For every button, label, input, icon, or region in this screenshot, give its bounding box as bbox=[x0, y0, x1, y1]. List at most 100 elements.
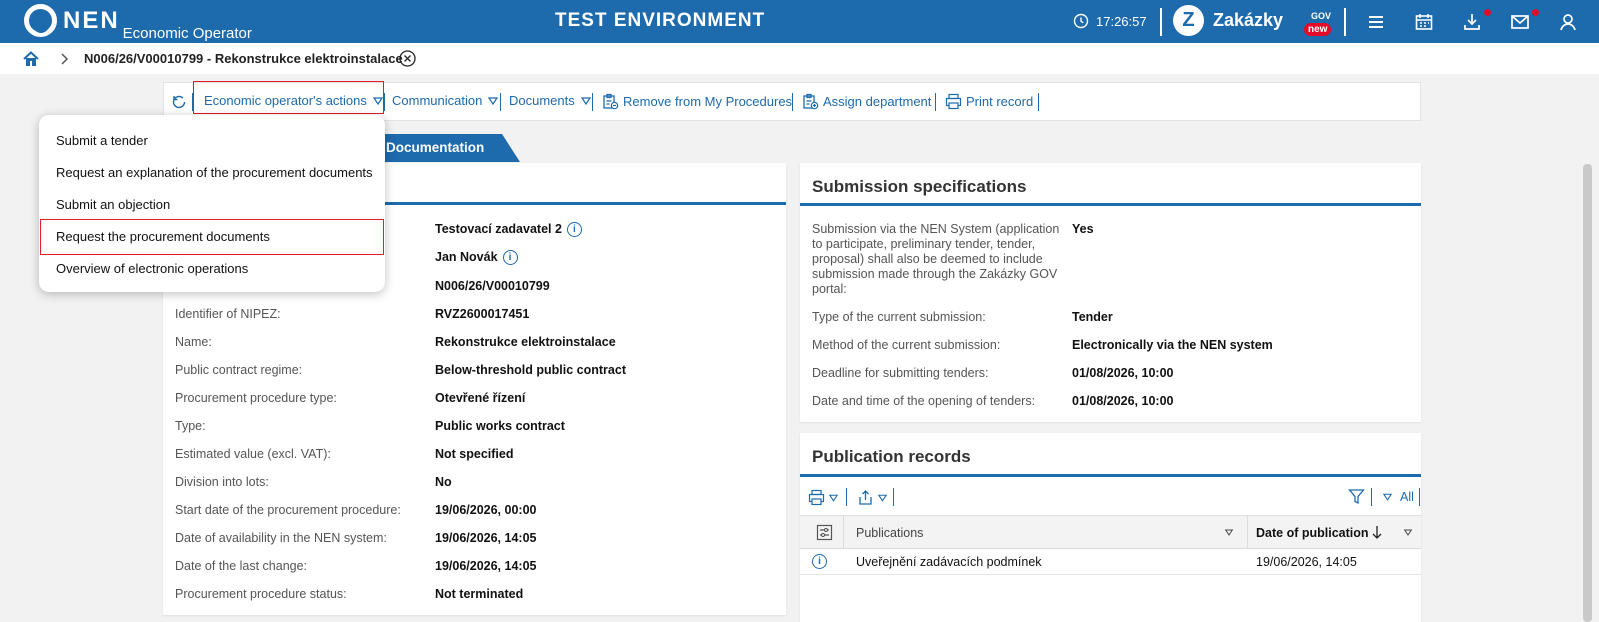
user-icon[interactable] bbox=[1557, 11, 1579, 33]
tab-documentation[interactable]: Documentation bbox=[370, 134, 520, 162]
column-settings-icon[interactable] bbox=[816, 524, 833, 541]
toolbar-divider bbox=[846, 488, 847, 506]
zakazky-label: Zakázky bbox=[1213, 10, 1284, 30]
print-record-label: Print record bbox=[966, 94, 1034, 109]
mail-icon[interactable] bbox=[1509, 11, 1531, 33]
info-icon[interactable]: i bbox=[566, 222, 582, 238]
info-icon[interactable]: i bbox=[502, 250, 518, 266]
calendar-icon[interactable] bbox=[1413, 11, 1435, 33]
home-icon[interactable] bbox=[22, 50, 40, 68]
card-title-rule bbox=[800, 474, 1421, 477]
detail-label: Start date of the procurement procedure: bbox=[175, 503, 401, 517]
column-filter-icon[interactable] bbox=[1224, 528, 1234, 537]
detail-label: Identifier of NIPEZ: bbox=[175, 307, 281, 321]
menu-item-request-explanation[interactable]: Request an explanation of the procuremen… bbox=[56, 165, 373, 180]
close-icon[interactable] bbox=[399, 50, 416, 67]
info-icon[interactable]: i bbox=[812, 554, 827, 569]
remove-from-my-procedures-button[interactable]: Remove from My Procedures bbox=[602, 93, 792, 110]
chevron-right-icon bbox=[61, 53, 69, 65]
logo-text: NEN bbox=[63, 7, 120, 34]
detail-value-contracting-authority: Testovací zadavatel 2 i bbox=[435, 222, 582, 238]
detail-value: Rekonstrukce elektroinstalace bbox=[435, 335, 616, 349]
column-header-publications[interactable]: Publications bbox=[856, 526, 923, 540]
export-menu-button[interactable] bbox=[857, 489, 888, 506]
detail-label: Division into lots: bbox=[175, 475, 269, 489]
zakazky-gov-link[interactable]: Z Zakázky GOV new bbox=[1173, 5, 1332, 36]
toolbar-divider bbox=[500, 93, 501, 111]
printer-icon bbox=[945, 93, 962, 110]
toolbar-divider bbox=[792, 93, 793, 111]
contact-person-value: Jan Novák bbox=[435, 250, 498, 264]
view-filter-all[interactable]: All bbox=[1382, 490, 1414, 504]
submission-label: Date and time of the opening of tenders: bbox=[812, 394, 1036, 408]
detail-value: RVZ2600017451 bbox=[435, 307, 530, 321]
menu-item-submit-tender[interactable]: Submit a tender bbox=[56, 133, 148, 148]
nen-logo[interactable]: NEN Economic Operator bbox=[24, 4, 252, 42]
communication-button[interactable]: Communication bbox=[392, 93, 499, 108]
submission-value: 01/08/2026, 10:00 bbox=[1072, 394, 1174, 408]
actions-highlight-frame bbox=[193, 81, 384, 114]
new-badge: new bbox=[1304, 23, 1332, 36]
detail-value: 19/06/2026, 14:05 bbox=[435, 531, 537, 545]
filter-icon[interactable] bbox=[1348, 488, 1365, 505]
column-header-date[interactable]: Date of publication bbox=[1256, 526, 1369, 540]
toolbar-divider bbox=[1038, 93, 1039, 111]
menu-icon[interactable] bbox=[1365, 11, 1387, 33]
sort-descending-icon[interactable] bbox=[1371, 525, 1383, 540]
chevron-down-icon bbox=[877, 494, 888, 502]
table-row[interactable]: i Uveřejnění zadávacích podmínek 19/06/2… bbox=[800, 549, 1421, 575]
print-record-button[interactable]: Print record bbox=[945, 93, 1033, 110]
documents-button[interactable]: Documents bbox=[509, 93, 592, 108]
detail-value: Not terminated bbox=[435, 587, 524, 601]
detail-label: Procurement procedure type: bbox=[175, 391, 337, 405]
notification-dot bbox=[1484, 9, 1491, 16]
toolbar-divider bbox=[592, 93, 593, 111]
scrollbar[interactable] bbox=[1583, 164, 1592, 622]
card-title-rule bbox=[800, 203, 1421, 206]
notification-dot bbox=[1532, 9, 1539, 16]
logo-subtitle: Economic Operator bbox=[122, 25, 252, 42]
toolbar-divider bbox=[384, 93, 385, 111]
submission-label: Submission via the NEN System (applicati… bbox=[812, 222, 1060, 296]
toolbar-divider bbox=[1371, 488, 1372, 506]
detail-value: 19/06/2026, 00:00 bbox=[435, 503, 537, 517]
download-icon[interactable] bbox=[1461, 11, 1483, 33]
remove-procedure-icon bbox=[603, 93, 619, 110]
documents-label: Documents bbox=[509, 93, 575, 108]
menu-item-submit-objection[interactable]: Submit an objection bbox=[56, 197, 170, 212]
assign-department-button[interactable]: Assign department bbox=[802, 93, 931, 110]
zakazky-logo-icon: Z bbox=[1173, 5, 1204, 36]
detail-label: Public contract regime: bbox=[175, 363, 303, 377]
chevron-down-icon bbox=[828, 494, 839, 502]
remove-from-my-procedures-label: Remove from My Procedures bbox=[623, 94, 793, 109]
export-icon bbox=[859, 490, 872, 505]
breadcrumb: N006/26/V00010799 - Rekonstrukce elektro… bbox=[0, 43, 1599, 74]
detail-label: Date of availability in the NEN system: bbox=[175, 531, 387, 545]
clock-icon bbox=[1073, 13, 1089, 29]
printer-icon bbox=[808, 489, 825, 506]
submission-value: Yes bbox=[1072, 222, 1094, 236]
assign-department-label: Assign department bbox=[823, 94, 932, 109]
toolbar-divider bbox=[1419, 488, 1420, 506]
top-bar: NEN Economic Operator TEST ENVIRONMENT 1… bbox=[0, 0, 1599, 43]
divider bbox=[1344, 8, 1346, 36]
column-filter-icon[interactable] bbox=[1403, 528, 1413, 537]
detail-label: Name: bbox=[175, 335, 212, 349]
menu-highlight-frame bbox=[40, 219, 384, 255]
nen-logo-icon bbox=[24, 4, 57, 37]
economic-operator-actions-menu: Submit a tender Request an explanation o… bbox=[39, 115, 385, 292]
submission-value: Tender bbox=[1072, 310, 1113, 324]
menu-item-overview-electronic-operations[interactable]: Overview of electronic operations bbox=[56, 261, 248, 276]
environment-title: TEST ENVIRONMENT bbox=[555, 10, 766, 31]
print-menu-button[interactable] bbox=[808, 489, 839, 506]
detail-value: No bbox=[435, 475, 452, 489]
session-clock: 17:26:57 bbox=[1073, 13, 1147, 29]
publication-name[interactable]: Uveřejnění zadávacích podmínek bbox=[856, 555, 1042, 569]
breadcrumb-current[interactable]: N006/26/V00010799 - Rekonstrukce elektro… bbox=[84, 51, 403, 66]
refresh-icon[interactable] bbox=[171, 94, 187, 110]
submission-label: Deadline for submitting tenders: bbox=[812, 366, 989, 380]
chevron-down-icon bbox=[1382, 493, 1393, 501]
column-divider bbox=[843, 516, 844, 549]
detail-label: Estimated value (excl. VAT): bbox=[175, 447, 331, 461]
contracting-authority-value: Testovací zadavatel 2 bbox=[435, 222, 562, 236]
